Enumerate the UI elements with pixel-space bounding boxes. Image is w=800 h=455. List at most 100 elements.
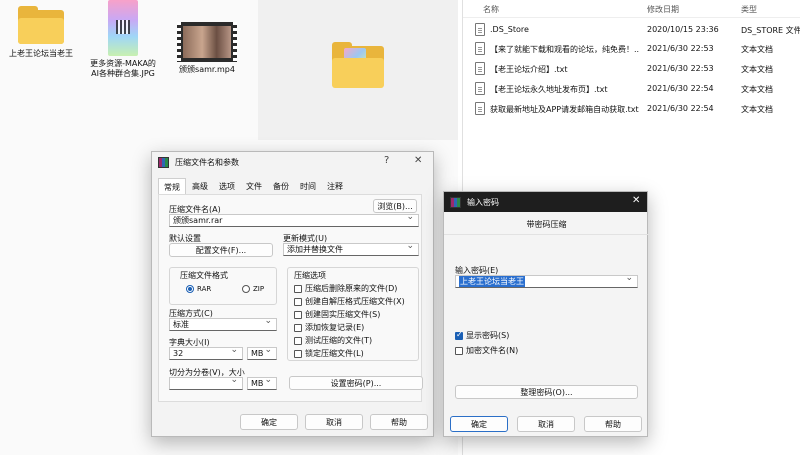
- checkbox-box: [455, 346, 463, 355]
- list-item[interactable]: .DS_Store 2020/10/15 23:36 DS_STORE 文件: [463, 21, 800, 39]
- ok-button[interactable]: 确定: [240, 414, 298, 430]
- option-test-checkbox[interactable]: 测试压缩的文件(T): [294, 335, 372, 346]
- cancel-button[interactable]: 取消: [305, 414, 363, 430]
- profiles-button[interactable]: 配置文件(F)...: [169, 243, 273, 257]
- file-date: 2021/6/30 22:54: [647, 104, 714, 113]
- organize-passwords-button[interactable]: 整理密码(O)...: [455, 385, 638, 399]
- checkbox-box: [294, 297, 302, 306]
- list-item[interactable]: 【老王论坛介绍】.txt 2021/6/30 22:53 文本文档: [463, 60, 800, 78]
- option-delete-after-checkbox[interactable]: 压缩后删除原来的文件(D): [294, 283, 397, 294]
- checkbox-label: 创建自解压格式压缩文件(X): [305, 297, 405, 306]
- radio-dot: [242, 285, 250, 293]
- file-date: 2021/6/30 22:53: [647, 44, 714, 53]
- checkbox-label: 添加恢复记录(E): [305, 323, 365, 332]
- set-password-button[interactable]: 设置密码(P)...: [289, 376, 423, 390]
- desktop-item-label: 更多资源-MAKA的AI各种群合集.JPG: [90, 59, 156, 78]
- options-label: 压缩选项: [294, 271, 326, 280]
- encrypt-filenames-checkbox[interactable]: 加密文件名(N): [455, 345, 518, 356]
- help-icon[interactable]: ?: [384, 155, 389, 166]
- help-button[interactable]: 帮助: [584, 416, 642, 432]
- column-header-type[interactable]: 类型: [741, 4, 757, 15]
- show-password-checkbox[interactable]: 显示密码(S): [455, 330, 509, 341]
- archive-name-input[interactable]: 颁颁samr.rar: [169, 212, 419, 227]
- update-mode-value: 添加并替换文件: [287, 245, 343, 254]
- file-icon: [475, 102, 485, 115]
- dict-unit-value: MB: [251, 349, 264, 358]
- checkbox-label: 创建固实压缩文件(S): [305, 310, 381, 319]
- ok-button[interactable]: 确定: [450, 416, 508, 432]
- checkbox-box: [294, 336, 302, 345]
- desktop-item-label: 上老王论坛当老王: [9, 49, 73, 58]
- dialog-title: 输入密码: [467, 197, 499, 207]
- file-name: 【老王论坛永久地址发布页】.txt: [490, 85, 608, 94]
- password-input[interactable]: 上老王论坛当老王: [455, 273, 638, 288]
- radio-label: RAR: [197, 285, 212, 293]
- checkbox-box: [294, 284, 302, 293]
- option-recovery-checkbox[interactable]: 添加恢复记录(E): [294, 322, 364, 333]
- password-value: 上老王论坛当老王: [459, 276, 525, 287]
- image-thumbnail-icon: [108, 0, 138, 56]
- column-header-name[interactable]: 名称: [483, 4, 499, 15]
- checkbox-label: 锁定压缩文件(L): [305, 349, 364, 358]
- option-solid-checkbox[interactable]: 创建固实压缩文件(S): [294, 309, 380, 320]
- list-item[interactable]: 获取最新地址及APP请发邮箱自动获取.txt 2021/6/30 22:54 文…: [463, 100, 800, 118]
- dict-unit-select[interactable]: MB: [247, 345, 277, 360]
- dialog-subtitle: 带密码压缩: [526, 220, 567, 229]
- close-icon[interactable]: ✕: [414, 155, 422, 166]
- file-icon: [475, 23, 485, 36]
- checkbox-box: [294, 349, 302, 358]
- file-type: 文本文档: [741, 65, 773, 74]
- list-header: 名称 修改日期 类型: [463, 0, 800, 18]
- browse-button[interactable]: 浏览(B)...: [373, 199, 417, 213]
- list-item[interactable]: 【老王论坛永久地址发布页】.txt 2021/6/30 22:54 文本文档: [463, 80, 800, 98]
- file-type: 文本文档: [741, 105, 773, 114]
- checkbox-label: 显示密码(S): [466, 331, 510, 340]
- list-item[interactable]: 【来了就能下载和观看的论坛，纯免费！... 2021/6/30 22:53 文本…: [463, 40, 800, 58]
- checkbox-label: 压缩后删除原来的文件(D): [305, 284, 398, 293]
- help-button[interactable]: 帮助: [370, 414, 428, 430]
- column-header-date[interactable]: 修改日期: [647, 4, 679, 15]
- file-type: DS_STORE 文件: [741, 26, 800, 35]
- split-unit-select[interactable]: MB: [247, 375, 277, 390]
- format-group: 压缩文件格式 RAR ZIP: [169, 267, 277, 305]
- update-mode-select[interactable]: 添加并替换文件: [283, 241, 419, 256]
- format-zip-radio[interactable]: ZIP: [242, 285, 264, 293]
- checkbox-box: [294, 310, 302, 319]
- checkbox-box: [294, 323, 302, 332]
- divider: [444, 234, 649, 235]
- split-size-select[interactable]: [169, 375, 243, 390]
- password-dialog: 输入密码 ✕ 带密码压缩 输入密码(E) 上老王论坛当老王 显示密码(S) 加密…: [443, 191, 649, 437]
- cancel-button[interactable]: 取消: [517, 416, 575, 432]
- option-lock-checkbox[interactable]: 锁定压缩文件(L): [294, 348, 364, 359]
- dialog-title: 压缩文件名和参数: [175, 157, 239, 167]
- method-value: 标准: [173, 320, 189, 329]
- winrar-icon: [450, 196, 461, 208]
- file-icon: [475, 62, 485, 75]
- dict-size-select[interactable]: 32: [169, 345, 243, 360]
- desktop-folder-item[interactable]: 上老王论坛当老王: [6, 6, 76, 59]
- format-label: 压缩文件格式: [180, 271, 228, 280]
- checkbox-box: [455, 330, 463, 340]
- dialog-titlebar: 压缩文件名和参数 ? ✕: [152, 152, 433, 172]
- close-icon[interactable]: ✕: [632, 195, 640, 206]
- desktop-mp4-item[interactable]: 颁颁samr.mp4: [172, 22, 242, 75]
- option-sfx-checkbox[interactable]: 创建自解压格式压缩文件(X): [294, 296, 405, 307]
- file-type: 文本文档: [741, 45, 773, 54]
- radio-dot: [186, 285, 194, 293]
- split-unit-value: MB: [251, 379, 264, 388]
- method-select[interactable]: 标准: [169, 316, 277, 331]
- file-type: 文本文档: [741, 85, 773, 94]
- desktop-item-label: 颁颁samr.mp4: [179, 65, 235, 74]
- desktop-jpg-item[interactable]: 更多资源-MAKA的AI各种群合集.JPG: [88, 0, 158, 79]
- folder-icon: [16, 6, 66, 46]
- file-icon: [475, 82, 485, 95]
- folder-icon[interactable]: [330, 42, 386, 88]
- archive-params-dialog: 压缩文件名和参数 ? ✕ 常规 高级 选项 文件 备份 时间 注释 压缩文件名(…: [151, 151, 434, 437]
- file-name: 【来了就能下载和观看的论坛，纯免费！...: [490, 45, 640, 54]
- file-date: 2021/6/30 22:53: [647, 64, 714, 73]
- file-icon: [475, 42, 485, 55]
- file-name: 获取最新地址及APP请发邮箱自动获取.txt: [490, 105, 639, 114]
- format-rar-radio[interactable]: RAR: [186, 285, 211, 293]
- file-name: 【老王论坛介绍】.txt: [490, 65, 568, 74]
- checkbox-label: 加密文件名(N): [466, 346, 519, 355]
